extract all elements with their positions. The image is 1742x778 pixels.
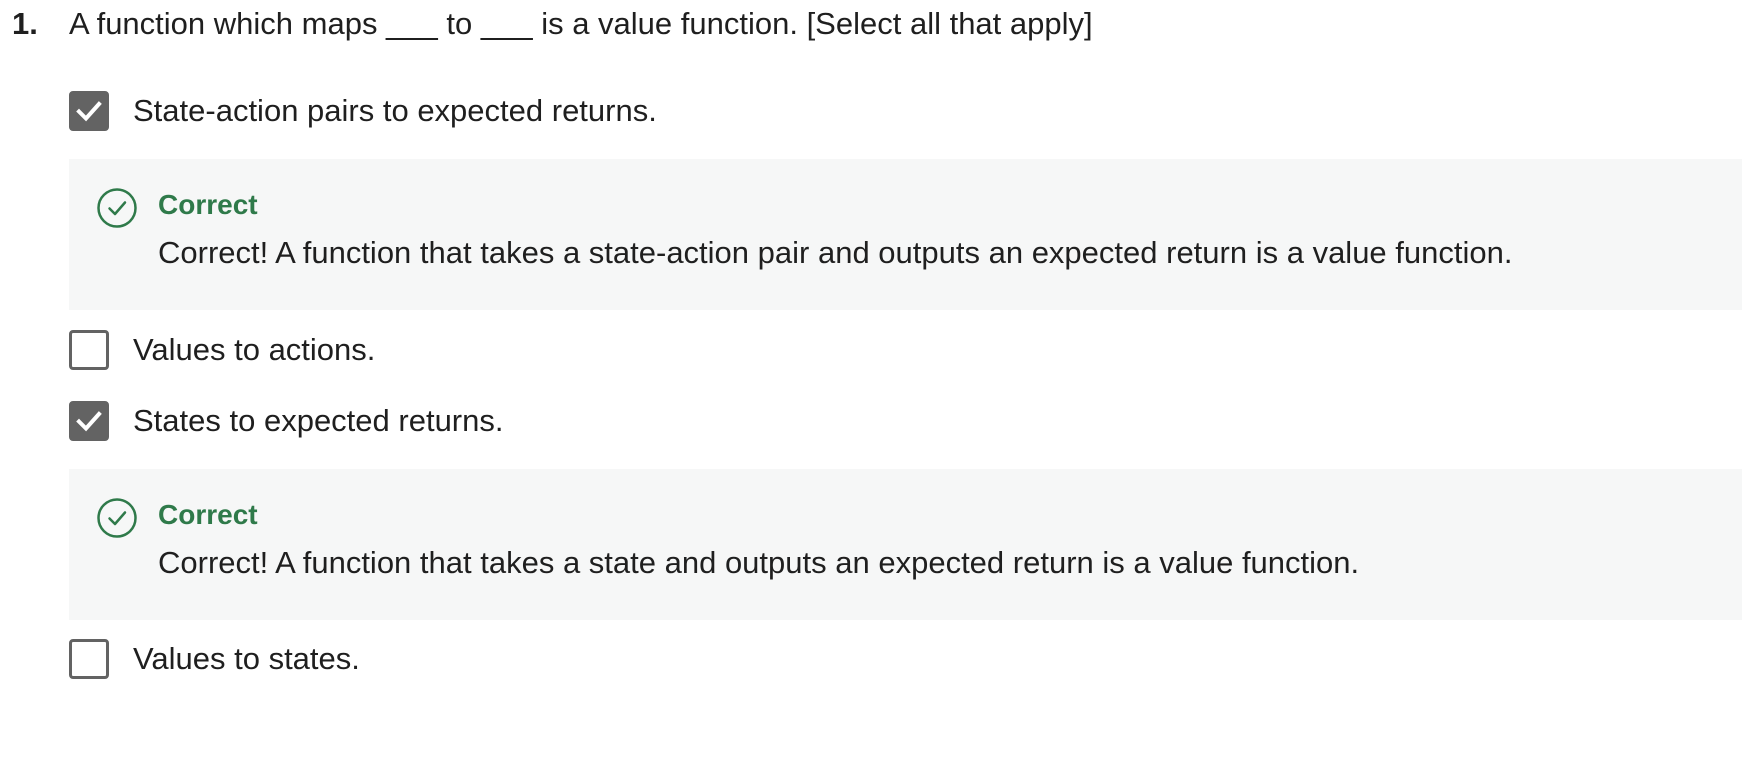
option-label: Values to states. xyxy=(133,641,360,676)
feedback-text: Correct! A function that takes a state a… xyxy=(158,545,1360,580)
feedback-correct: Correct Correct! A function that takes a… xyxy=(69,469,1742,620)
option-states-to-expected-returns[interactable]: States to expected returns. xyxy=(69,399,504,443)
option-label: State-action pairs to expected returns. xyxy=(133,93,657,128)
check-circle-icon xyxy=(97,498,137,538)
option-label: Values to actions. xyxy=(133,332,376,367)
checkbox-checked[interactable] xyxy=(69,91,109,131)
option-values-to-actions[interactable]: Values to actions. xyxy=(69,328,375,372)
question-1: 1. A function which maps ___ to ___ is a… xyxy=(12,0,1093,48)
checkbox-checked[interactable] xyxy=(69,401,109,441)
feedback-title: Correct xyxy=(158,189,258,220)
checkmark-icon xyxy=(76,411,102,432)
checkbox-unchecked[interactable] xyxy=(69,639,109,679)
quiz-page: 1. A function which maps ___ to ___ is a… xyxy=(0,0,1742,778)
checkbox-unchecked[interactable] xyxy=(69,330,109,370)
feedback-title: Correct xyxy=(158,499,258,530)
question-number: 1. xyxy=(12,6,38,41)
feedback-text: Correct! A function that takes a state-a… xyxy=(158,235,1513,270)
check-circle-icon xyxy=(97,188,137,228)
feedback-correct: Correct Correct! A function that takes a… xyxy=(69,159,1742,310)
option-label: States to expected returns. xyxy=(133,403,504,438)
checkmark-icon xyxy=(76,101,102,122)
option-values-to-states[interactable]: Values to states. xyxy=(69,637,360,681)
option-state-action-pairs[interactable]: State-action pairs to expected returns. xyxy=(69,89,657,133)
question-text: A function which maps ___ to ___ is a va… xyxy=(69,6,1093,41)
